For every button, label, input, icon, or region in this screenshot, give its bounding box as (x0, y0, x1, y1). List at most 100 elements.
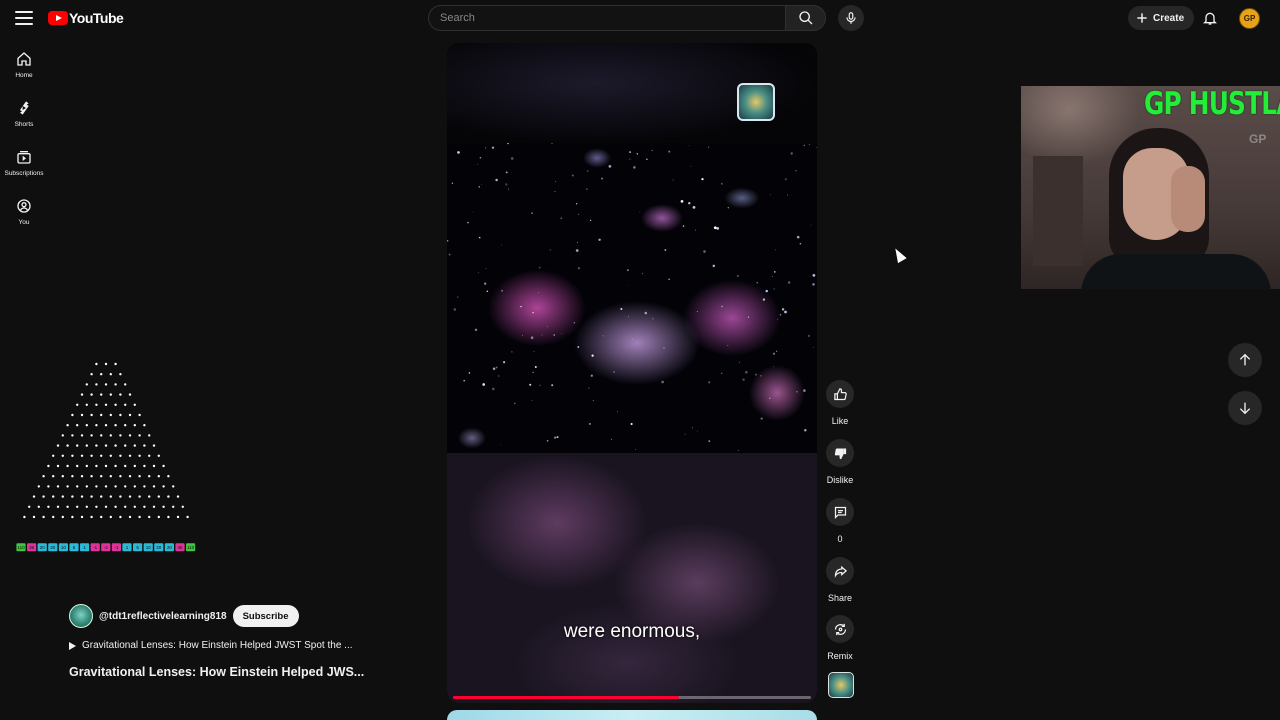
plinko-peg (42, 475, 45, 478)
webcam-watermark: GP (1249, 132, 1267, 146)
star (508, 188, 509, 190)
plinko-peg (133, 403, 136, 406)
star (713, 226, 717, 230)
shorts-icon (20, 101, 29, 115)
star (712, 264, 716, 268)
star (696, 310, 698, 313)
plinko-peg (85, 444, 89, 447)
plinko-peg (104, 424, 108, 427)
plinko-peg (76, 403, 79, 406)
nav-item-shorts[interactable]: Shorts (0, 93, 48, 142)
playlist-link[interactable]: Gravitational Lenses: How Einstein Helpe… (69, 640, 379, 651)
sound-thumbnail[interactable] (828, 672, 854, 698)
plinko-slot-label: 110 (187, 545, 195, 550)
plinko-slot: 20 (37, 543, 47, 552)
star (477, 272, 479, 274)
remix-button[interactable]: Remix (820, 615, 860, 673)
nav-item-home[interactable]: Home (0, 44, 48, 93)
nav-item-you[interactable]: You (0, 191, 48, 240)
star (636, 153, 639, 155)
star (744, 370, 748, 374)
star (808, 144, 810, 146)
star (610, 438, 612, 440)
remix-icon (834, 623, 846, 635)
plinko-slot-label: 20 (156, 545, 162, 550)
plinko-peg (176, 515, 180, 519)
plinko-peg (85, 485, 89, 488)
notifications-button[interactable] (1200, 8, 1220, 28)
plinko-peg (71, 454, 74, 457)
next-short-preview[interactable] (447, 710, 817, 720)
plinko-peg (114, 505, 117, 508)
next-short-button[interactable] (1228, 391, 1262, 425)
plinko-peg (124, 424, 127, 427)
star (486, 290, 489, 292)
comments-button[interactable]: 0 (820, 498, 860, 557)
plinko-peg (143, 424, 146, 427)
plinko-peg (119, 495, 122, 498)
plinko-peg (119, 434, 122, 437)
star (472, 211, 474, 213)
star (492, 367, 496, 371)
plinko-peg (61, 434, 64, 437)
star (485, 147, 487, 149)
plinko-peg (128, 475, 132, 478)
plinko-peg (95, 383, 98, 386)
star (770, 194, 771, 196)
star (651, 149, 653, 152)
share-button[interactable]: Share (820, 557, 860, 615)
plinko-peg (85, 424, 89, 427)
share-icon (834, 565, 847, 578)
plinko-peg (104, 485, 108, 488)
video-title[interactable]: Gravitational Lenses: How Einstein Helpe… (69, 665, 369, 679)
nav-item-subscriptions[interactable]: Subscriptions (0, 142, 48, 191)
plinko-peg (80, 434, 84, 437)
star (629, 151, 632, 154)
like-button[interactable]: Like (820, 380, 860, 437)
plinko-peg (138, 495, 141, 498)
search-input[interactable] (428, 5, 785, 31)
plinko-peg (128, 515, 132, 519)
star (760, 417, 763, 420)
previous-short-button[interactable] (1228, 343, 1262, 377)
channel-avatar[interactable] (69, 604, 93, 628)
plinko-peg (37, 505, 40, 508)
voice-search-button[interactable] (838, 5, 864, 31)
plinko-peg (76, 444, 79, 447)
plinko-peg (109, 495, 113, 498)
plinko-peg (109, 454, 113, 457)
channel-handle[interactable]: @tdt1reflectivelearning818 (99, 611, 227, 622)
plinko-peg (52, 495, 55, 498)
star (765, 289, 768, 293)
plinko-peg (133, 464, 136, 468)
star (663, 347, 665, 349)
plinko-slot-label: 20 (50, 545, 56, 550)
plinko-peg (56, 464, 60, 468)
create-button[interactable]: Create (1128, 6, 1195, 30)
plinko-peg (85, 464, 89, 468)
youtube-logo[interactable]: YouTube (48, 10, 124, 26)
star (633, 166, 636, 169)
star (588, 422, 591, 425)
star (591, 354, 594, 357)
dislike-button[interactable]: Dislike (820, 439, 860, 498)
plinko-slot: 36 (175, 543, 185, 552)
star (628, 316, 629, 318)
account-avatar[interactable]: GP (1239, 8, 1260, 29)
progress-bar[interactable] (453, 696, 811, 699)
star (695, 229, 697, 231)
star (688, 202, 691, 205)
subscriptions-icon (17, 151, 31, 164)
plinko-peg (71, 495, 74, 498)
plinko-peg (95, 485, 98, 488)
star (813, 346, 814, 348)
short-video-player[interactable]: were enormous, (447, 43, 817, 703)
star (620, 307, 623, 311)
search-button[interactable] (785, 5, 826, 31)
plinko-slot: 10 (143, 543, 153, 552)
plinko-peg (162, 464, 165, 468)
plinko-peg (76, 424, 79, 427)
subscribe-button[interactable]: Subscribe (232, 605, 299, 627)
star (479, 157, 482, 159)
menu-icon[interactable] (14, 8, 34, 28)
